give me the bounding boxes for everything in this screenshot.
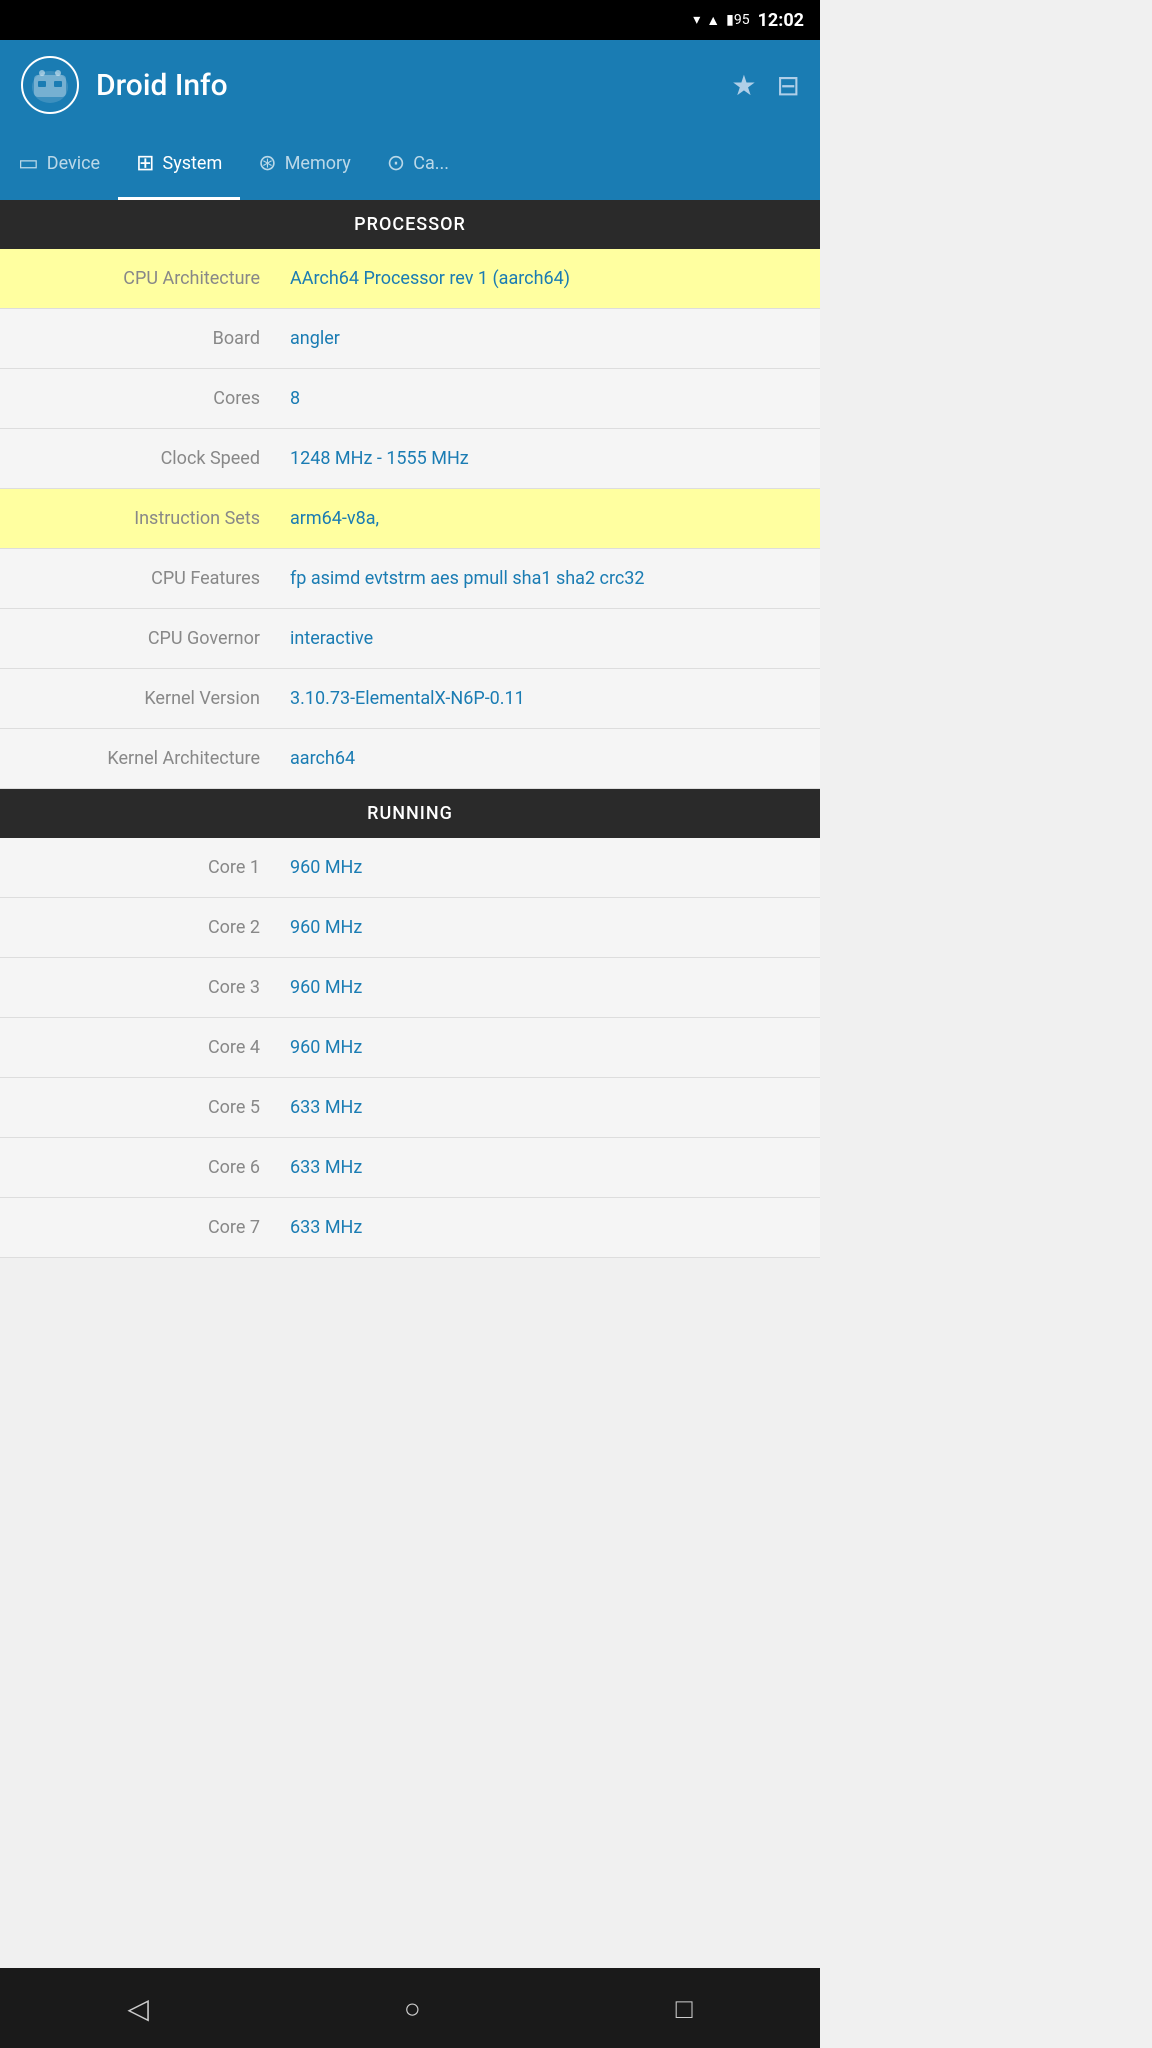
row-board: Board angler xyxy=(0,309,820,369)
row-core2: Core 2 960 MHz xyxy=(0,898,820,958)
tab-system[interactable]: ⊞ System xyxy=(118,130,240,200)
core4-value: 960 MHz xyxy=(280,1025,820,1070)
tab-camera-label: Ca... xyxy=(413,153,449,174)
row-cores: Cores 8 xyxy=(0,369,820,429)
row-clock-speed: Clock Speed 1248 MHz - 1555 MHz xyxy=(0,429,820,489)
cpu-architecture-label: CPU Architecture xyxy=(0,256,280,301)
row-core5: Core 5 633 MHz xyxy=(0,1078,820,1138)
recent-button[interactable]: □ xyxy=(676,1992,693,2025)
status-time: 12:02 xyxy=(758,10,804,31)
content-area: PROCESSOR CPU Architecture AArch64 Proce… xyxy=(0,200,820,1338)
board-label: Board xyxy=(0,316,280,361)
kernel-version-value: 3.10.73-ElementalX-N6P-0.11 xyxy=(280,676,820,721)
signal-icon: ▲ xyxy=(706,12,720,29)
battery-icon: ▮95 xyxy=(726,12,749,28)
tab-system-label: System xyxy=(163,153,223,174)
row-cpu-features: CPU Features fp asimd evtstrm aes pmull … xyxy=(0,549,820,609)
tab-memory-label: Memory xyxy=(285,153,351,174)
cpu-features-value: fp asimd evtstrm aes pmull sha1 sha2 crc… xyxy=(280,556,820,601)
status-icons: ▾ ▲ ▮95 xyxy=(693,12,749,29)
core5-label: Core 5 xyxy=(0,1085,280,1130)
cpu-governor-value: interactive xyxy=(280,616,820,661)
core2-value: 960 MHz xyxy=(280,905,820,950)
core6-label: Core 6 xyxy=(0,1145,280,1190)
row-core7: Core 7 633 MHz xyxy=(0,1198,820,1258)
cpu-governor-label: CPU Governor xyxy=(0,616,280,661)
back-button[interactable]: ◁ xyxy=(127,1992,149,2025)
clock-speed-value: 1248 MHz - 1555 MHz xyxy=(280,436,820,481)
home-button[interactable]: ○ xyxy=(404,1992,421,2025)
action-icons: ★ ⊟ xyxy=(731,69,800,102)
core2-label: Core 2 xyxy=(0,905,280,950)
core4-label: Core 4 xyxy=(0,1025,280,1070)
favorite-icon[interactable]: ★ xyxy=(731,69,756,102)
status-bar: ▾ ▲ ▮95 12:02 xyxy=(0,0,820,40)
camera-icon: ⊙ xyxy=(387,151,405,176)
processor-header: PROCESSOR xyxy=(0,200,820,249)
kernel-version-label: Kernel Version xyxy=(0,676,280,721)
app-bar: Droid Info ★ ⊟ xyxy=(0,40,820,130)
instruction-sets-value: arm64-v8a, xyxy=(280,496,820,541)
board-value: angler xyxy=(280,316,820,361)
row-core4: Core 4 960 MHz xyxy=(0,1018,820,1078)
tab-device-label: Device xyxy=(47,153,100,174)
memory-icon: ⊛ xyxy=(258,151,276,176)
kernel-architecture-value: aarch64 xyxy=(280,736,820,781)
clock-speed-label: Clock Speed xyxy=(0,436,280,481)
core1-label: Core 1 xyxy=(0,845,280,890)
row-core6: Core 6 633 MHz xyxy=(0,1138,820,1198)
row-kernel-architecture: Kernel Architecture aarch64 xyxy=(0,729,820,789)
row-cpu-governor: CPU Governor interactive xyxy=(0,609,820,669)
app-logo xyxy=(20,55,80,115)
row-cpu-architecture: CPU Architecture AArch64 Processor rev 1… xyxy=(0,249,820,309)
tab-camera[interactable]: ⊙ Ca... xyxy=(369,130,467,200)
app-title: Droid Info xyxy=(96,68,715,103)
row-core3: Core 3 960 MHz xyxy=(0,958,820,1018)
row-core1: Core 1 960 MHz xyxy=(0,838,820,898)
core1-value: 960 MHz xyxy=(280,845,820,890)
cpu-architecture-value: AArch64 Processor rev 1 (aarch64) xyxy=(280,256,820,301)
device-icon: ▭ xyxy=(18,151,39,176)
nav-bar: ◁ ○ □ xyxy=(0,1968,820,2048)
kernel-architecture-label: Kernel Architecture xyxy=(0,736,280,781)
core6-value: 633 MHz xyxy=(280,1145,820,1190)
running-header: RUNNING xyxy=(0,789,820,838)
row-kernel-version: Kernel Version 3.10.73-ElementalX-N6P-0.… xyxy=(0,669,820,729)
core3-label: Core 3 xyxy=(0,965,280,1010)
tab-device[interactable]: ▭ Device xyxy=(0,130,118,200)
tab-memory[interactable]: ⊛ Memory xyxy=(240,130,369,200)
system-icon: ⊞ xyxy=(136,151,154,176)
wifi-icon: ▾ xyxy=(693,12,700,28)
row-instruction-sets: Instruction Sets arm64-v8a, xyxy=(0,489,820,549)
tab-bar: ▭ Device ⊞ System ⊛ Memory ⊙ Ca... xyxy=(0,130,820,200)
core3-value: 960 MHz xyxy=(280,965,820,1010)
instruction-sets-label: Instruction Sets xyxy=(0,496,280,541)
cores-label: Cores xyxy=(0,376,280,421)
core5-value: 633 MHz xyxy=(280,1085,820,1130)
core7-value: 633 MHz xyxy=(280,1205,820,1250)
core7-label: Core 7 xyxy=(0,1205,280,1250)
cpu-features-label: CPU Features xyxy=(0,556,280,601)
settings-icon[interactable]: ⊟ xyxy=(777,69,800,102)
cores-value: 8 xyxy=(280,376,820,421)
